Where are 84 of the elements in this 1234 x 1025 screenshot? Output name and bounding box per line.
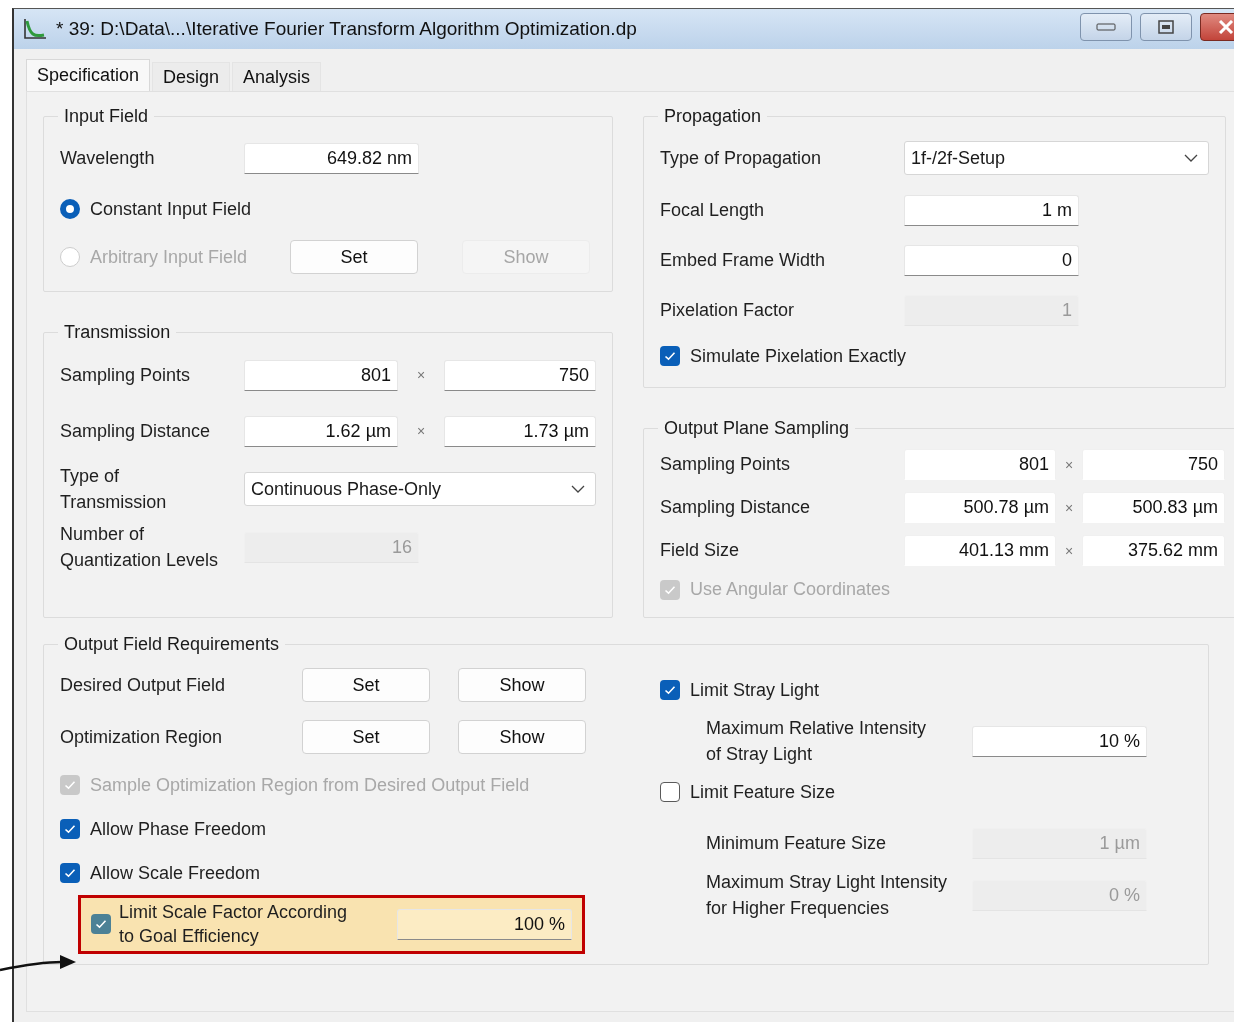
app-icon [22,17,48,41]
value-field[interactable]: 0 [904,244,1079,276]
tab[interactable]: Analysis [232,62,322,91]
checkmark-icon [64,824,76,834]
group-title: Transmission [63,322,172,343]
group-title: Propagation [663,106,763,127]
maximize-button[interactable] [1140,13,1192,41]
radio-label: Arbitrary Input Field [90,245,249,269]
checkbox-label: Allow Phase Freedom [90,817,267,841]
field-label: Maximum Stray Light Intensity for Higher Frequencies [706,871,949,921]
checkbox-label: Allow Scale Freedom [90,861,261,885]
group-title: Input Field [63,106,150,127]
field-label: Embed Frame Width [660,248,827,272]
action-button[interactable]: Show [458,668,586,702]
value-field: 500.78 µm [904,492,1056,523]
value-field[interactable]: 1 m [904,194,1079,226]
minimize-icon [1096,23,1116,31]
field-label: Type of Propagation [660,146,823,170]
field-label: Number of Quantization Levels [60,522,220,572]
checkmark-icon [64,780,76,790]
chevron-icon [1184,154,1198,162]
checkbox[interactable] [60,819,80,839]
value-field[interactable]: 750 [444,359,596,391]
action-button[interactable]: Show [458,720,586,754]
checkbox[interactable] [660,782,680,803]
group-title: Output Plane Sampling [663,418,851,439]
value-field[interactable]: 1.73 µm [444,415,596,447]
field-label: Wavelength [60,146,156,170]
times-sign: × [1064,456,1074,473]
field-label: Desired Output Field [60,673,227,697]
checkbox-label: Limit Stray Light [690,678,820,702]
dropdown[interactable]: 1f-/2f-Setup [904,141,1209,175]
tab[interactable]: Specification [26,59,151,91]
value-field[interactable]: 100 % [397,908,572,940]
field-label: Sampling Distance [660,496,812,520]
value-field[interactable]: 649.82 nm [244,142,419,174]
tab[interactable]: Design [152,62,231,91]
checkmark-icon [664,584,676,595]
value-field[interactable]: 10 % [972,725,1147,757]
checkmark-icon [664,351,676,361]
chevron-icon [571,485,585,493]
value-field[interactable]: 801 [244,359,398,391]
checkbox-label: Use Angular Coordinates [690,578,891,602]
value-field: 375.62 mm [1082,535,1225,566]
field-label: Maximum Relative Intensity of Stray Light [706,717,928,767]
maximize-icon [1158,20,1174,34]
checkbox[interactable] [660,680,680,700]
field-label: Sampling Distance [60,419,212,443]
checkbox[interactable] [60,863,80,883]
checkmark-icon [664,685,676,695]
field-label: Minimum Feature Size [706,832,888,856]
field-label: Type of Transmission [60,464,168,514]
field-label: Sampling Points [660,453,792,477]
field-label: Sampling Points [60,363,192,387]
value-field: 500.83 µm [1082,492,1225,523]
times-sign: × [1064,499,1074,516]
field-label: Field Size [660,539,741,563]
field-label: Focal Length [660,198,766,222]
window-title: * 39: D:\Data\...\Iterative Fourier Transform Algorithm Optimization.dp [56,18,638,40]
value-field[interactable]: 1.62 µm [244,415,398,447]
checkbox-label: Limit Feature Size [690,781,836,805]
times-sign: × [415,423,427,439]
close-icon [1218,20,1234,34]
value-field: 750 [1082,449,1225,480]
checkbox[interactable] [91,914,111,935]
value-field: 801 [904,449,1056,480]
checkbox-label: Limit Scale Factor According to Goal Efficiency [119,901,349,949]
checkbox-label: Sample Optimization Region from Desired Output Field [90,773,530,797]
action-button[interactable]: Set [302,668,430,702]
group-title: Output Field Requirements [63,634,281,655]
field-label: Optimization Region [60,725,224,749]
checkbox-label: Simulate Pixelation Exactly [690,344,907,368]
minimize-button[interactable] [1080,13,1132,41]
checkbox[interactable] [660,346,680,366]
checkmark-icon [64,868,76,878]
radio-button[interactable] [60,199,80,219]
value-field: 401.13 mm [904,535,1056,566]
times-sign: × [1064,542,1074,559]
action-button[interactable]: Set [302,720,430,754]
checkmark-icon [95,919,107,930]
field-label: Pixelation Factor [660,298,796,322]
radio-label: Constant Input Field [90,197,253,221]
times-sign: × [415,367,427,383]
dropdown[interactable]: Continuous Phase-Only [244,472,596,506]
